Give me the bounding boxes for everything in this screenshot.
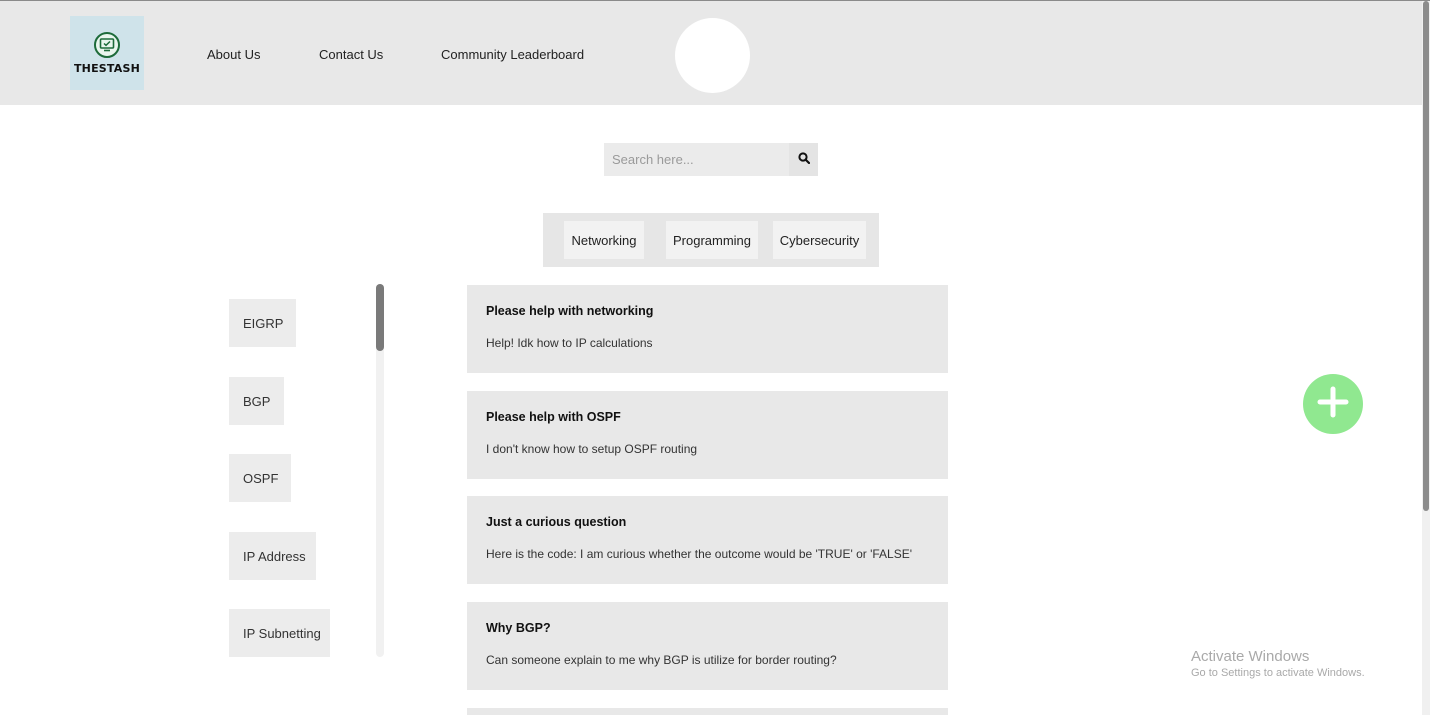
- monitor-icon: [94, 31, 120, 58]
- post-body: Here is the code: I am curious whether t…: [486, 547, 913, 561]
- topic-bgp[interactable]: BGP: [229, 377, 284, 425]
- sidebar-scrollbar-thumb[interactable]: [376, 284, 384, 351]
- page-scrollbar-thumb[interactable]: [1423, 1, 1429, 511]
- topic-eigrp[interactable]: EIGRP: [229, 299, 296, 347]
- post-title: Why BGP?: [486, 621, 551, 635]
- post-card[interactable]: Just a curious question Here is the code…: [467, 496, 948, 584]
- post-body: Help! Idk how to IP calculations: [486, 336, 653, 350]
- post-body: I don't know how to setup OSPF routing: [486, 442, 698, 456]
- post-card[interactable]: [467, 708, 948, 715]
- watermark-title: Activate Windows: [1191, 648, 1310, 665]
- nav-about-us[interactable]: About Us: [207, 47, 260, 62]
- nav-community-leaderboard[interactable]: Community Leaderboard: [441, 47, 584, 62]
- plus-icon: [1316, 385, 1350, 424]
- search-input[interactable]: [604, 143, 789, 176]
- post-title: Please help with networking: [486, 304, 654, 318]
- post-title: Please help with OSPF: [486, 410, 621, 424]
- site-logo[interactable]: THESTASH: [70, 16, 144, 90]
- nav-contact-us[interactable]: Contact Us: [319, 47, 383, 62]
- user-avatar[interactable]: [675, 18, 750, 93]
- page: THESTASH About Us Contact Us Community L…: [0, 0, 1430, 715]
- category-tabs: Networking Programming Cybersecurity: [543, 213, 879, 267]
- add-post-button[interactable]: [1303, 374, 1363, 434]
- post-card[interactable]: Why BGP? Can someone explain to me why B…: [467, 602, 948, 690]
- search-icon: [797, 151, 810, 169]
- tab-networking[interactable]: Networking: [564, 221, 644, 259]
- search-bar: [604, 143, 818, 176]
- tab-cybersecurity[interactable]: Cybersecurity: [773, 221, 866, 259]
- topic-ip-address[interactable]: IP Address: [229, 532, 316, 580]
- header-bar: THESTASH About Us Contact Us Community L…: [0, 1, 1422, 105]
- post-card[interactable]: Please help with OSPF I don't know how t…: [467, 391, 948, 479]
- post-card[interactable]: Please help with networking Help! Idk ho…: [467, 285, 948, 373]
- post-body: Can someone explain to me why BGP is uti…: [486, 653, 837, 667]
- post-title: Just a curious question: [486, 515, 627, 529]
- logo-text: THESTASH: [73, 61, 141, 75]
- activation-watermark: Activate Windows Go to Settings to activ…: [1191, 648, 1365, 679]
- search-button[interactable]: [789, 143, 818, 176]
- watermark-subtitle: Go to Settings to activate Windows.: [1191, 667, 1365, 679]
- tab-programming[interactable]: Programming: [666, 221, 758, 259]
- topic-ip-subnetting[interactable]: IP Subnetting: [229, 609, 330, 657]
- topic-ospf[interactable]: OSPF: [229, 454, 291, 502]
